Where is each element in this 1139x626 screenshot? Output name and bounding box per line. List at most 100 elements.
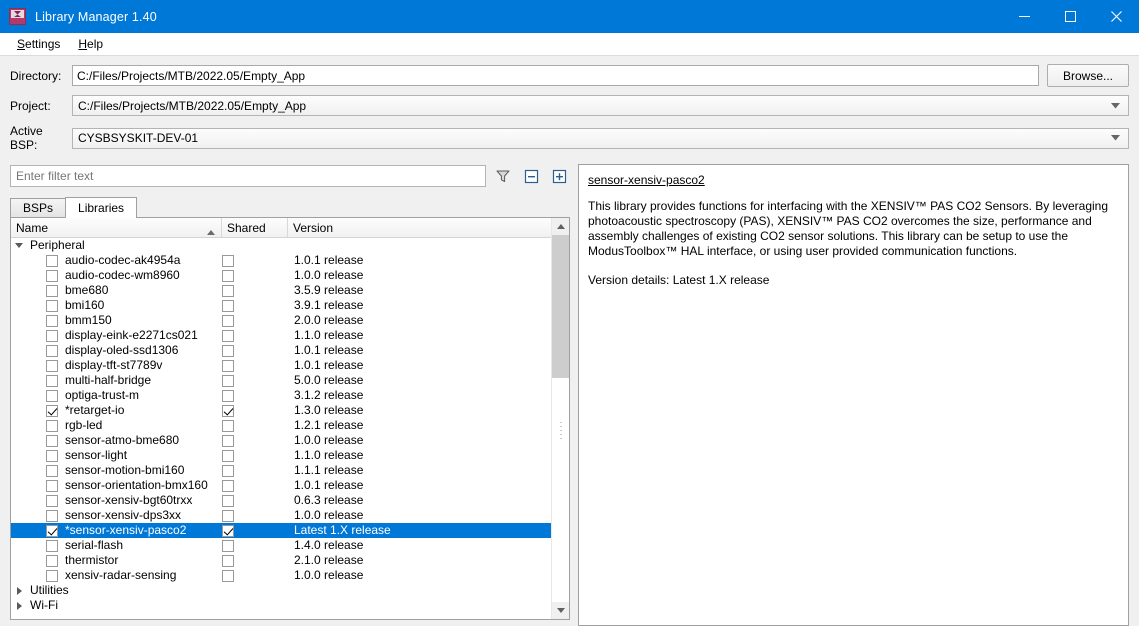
shared-checkbox[interactable] bbox=[222, 434, 234, 447]
scrollbar-thumb[interactable] bbox=[552, 235, 569, 378]
cell-version[interactable]: 1.0.0 release bbox=[288, 568, 569, 583]
table-row[interactable]: *sensor-xensiv-pasco2 Latest 1.X release bbox=[11, 523, 569, 538]
shared-checkbox[interactable] bbox=[222, 344, 234, 357]
table-row[interactable]: serial-flash 1.4.0 release bbox=[11, 538, 569, 553]
shared-checkbox[interactable] bbox=[222, 539, 234, 552]
menu-item-help[interactable]: Help bbox=[69, 35, 112, 53]
library-checkbox[interactable] bbox=[46, 314, 58, 327]
shared-checkbox[interactable] bbox=[222, 389, 234, 402]
tree-group-row[interactable]: Wi-Fi bbox=[11, 598, 569, 613]
library-checkbox[interactable] bbox=[46, 389, 58, 402]
cell-version[interactable]: 1.2.1 release bbox=[288, 418, 569, 433]
chevron-down-icon[interactable] bbox=[11, 243, 27, 248]
cell-version[interactable]: Latest 1.X release bbox=[288, 523, 569, 538]
library-checkbox[interactable] bbox=[46, 374, 58, 387]
search-input[interactable] bbox=[10, 165, 486, 187]
table-row[interactable]: sensor-atmo-bme680 1.0.0 release bbox=[11, 433, 569, 448]
expand-all-icon[interactable] bbox=[548, 165, 570, 187]
shared-checkbox[interactable] bbox=[222, 329, 234, 342]
collapse-all-icon[interactable] bbox=[520, 165, 542, 187]
table-row[interactable]: sensor-light 1.1.0 release bbox=[11, 448, 569, 463]
shared-checkbox[interactable] bbox=[222, 404, 234, 417]
shared-checkbox[interactable] bbox=[222, 464, 234, 477]
chevron-right-icon[interactable] bbox=[11, 586, 27, 595]
table-row[interactable]: optiga-trust-m 3.1.2 release bbox=[11, 388, 569, 403]
maximize-button[interactable] bbox=[1047, 0, 1093, 33]
tree-group-row[interactable]: Utilities bbox=[11, 583, 569, 598]
library-checkbox[interactable] bbox=[46, 284, 58, 297]
scrollbar-track[interactable] bbox=[552, 235, 569, 602]
cell-version[interactable]: 1.4.0 release bbox=[288, 538, 569, 553]
shared-checkbox[interactable] bbox=[222, 314, 234, 327]
library-checkbox[interactable] bbox=[46, 449, 58, 462]
shared-checkbox[interactable] bbox=[222, 269, 234, 282]
table-row[interactable]: bmi160 3.9.1 release bbox=[11, 298, 569, 313]
table-row[interactable]: audio-codec-ak4954a 1.0.1 release bbox=[11, 253, 569, 268]
library-checkbox[interactable] bbox=[46, 419, 58, 432]
table-row[interactable]: bme680 3.5.9 release bbox=[11, 283, 569, 298]
column-header-name[interactable]: Name bbox=[11, 218, 222, 237]
vertical-scrollbar[interactable] bbox=[551, 218, 569, 619]
table-row[interactable]: rgb-led 1.2.1 release bbox=[11, 418, 569, 433]
library-checkbox[interactable] bbox=[46, 434, 58, 447]
cell-version[interactable]: 1.0.1 release bbox=[288, 343, 569, 358]
cell-version[interactable]: 1.0.0 release bbox=[288, 433, 569, 448]
column-header-version[interactable]: Version bbox=[288, 218, 569, 237]
active-bsp-combobox[interactable]: CYSBSYSKIT-DEV-01 bbox=[72, 127, 1129, 149]
shared-checkbox[interactable] bbox=[222, 374, 234, 387]
cell-version[interactable]: 0.6.3 release bbox=[288, 493, 569, 508]
cell-version[interactable]: 2.1.0 release bbox=[288, 553, 569, 568]
table-row[interactable]: display-eink-e2271cs021 1.1.0 release bbox=[11, 328, 569, 343]
table-row[interactable]: thermistor 2.1.0 release bbox=[11, 553, 569, 568]
table-row[interactable]: sensor-motion-bmi160 1.1.1 release bbox=[11, 463, 569, 478]
library-checkbox[interactable] bbox=[46, 464, 58, 477]
project-combobox[interactable]: C:/Files/Projects/MTB/2022.05/Empty_App bbox=[72, 95, 1129, 116]
shared-checkbox[interactable] bbox=[222, 284, 234, 297]
cell-version[interactable]: 1.0.1 release bbox=[288, 253, 569, 268]
cell-version[interactable]: 1.0.0 release bbox=[288, 508, 569, 523]
table-row[interactable]: *retarget-io 1.3.0 release bbox=[11, 403, 569, 418]
table-row[interactable]: display-tft-st7789v 1.0.1 release bbox=[11, 358, 569, 373]
cell-version[interactable]: 1.1.1 release bbox=[288, 463, 569, 478]
cell-version[interactable]: 1.0.1 release bbox=[288, 478, 569, 493]
shared-checkbox[interactable] bbox=[222, 359, 234, 372]
library-checkbox[interactable] bbox=[46, 344, 58, 357]
cell-version[interactable]: 2.0.0 release bbox=[288, 313, 569, 328]
cell-version[interactable]: 1.1.0 release bbox=[288, 448, 569, 463]
table-row[interactable]: bmm150 2.0.0 release bbox=[11, 313, 569, 328]
minimize-button[interactable] bbox=[1001, 0, 1047, 33]
library-checkbox[interactable] bbox=[46, 509, 58, 522]
library-checkbox[interactable] bbox=[46, 299, 58, 312]
cell-version[interactable]: 5.0.0 release bbox=[288, 373, 569, 388]
scroll-up-button[interactable] bbox=[552, 218, 569, 235]
cell-version[interactable]: 3.1.2 release bbox=[288, 388, 569, 403]
library-checkbox[interactable] bbox=[46, 569, 58, 582]
library-checkbox[interactable] bbox=[46, 269, 58, 282]
scroll-down-button[interactable] bbox=[552, 602, 569, 619]
cell-version[interactable]: 1.0.0 release bbox=[288, 268, 569, 283]
library-checkbox[interactable] bbox=[46, 359, 58, 372]
library-checkbox[interactable] bbox=[46, 404, 58, 417]
tab-bsps[interactable]: BSPs bbox=[10, 198, 67, 217]
shared-checkbox[interactable] bbox=[222, 254, 234, 267]
column-header-shared[interactable]: Shared bbox=[222, 218, 288, 237]
library-checkbox[interactable] bbox=[46, 494, 58, 507]
library-checkbox[interactable] bbox=[46, 254, 58, 267]
library-checkbox[interactable] bbox=[46, 479, 58, 492]
table-row[interactable]: display-oled-ssd1306 1.0.1 release bbox=[11, 343, 569, 358]
table-row[interactable]: sensor-xensiv-bgt60trxx 0.6.3 release bbox=[11, 493, 569, 508]
table-row[interactable]: xensiv-radar-sensing 1.0.0 release bbox=[11, 568, 569, 583]
shared-checkbox[interactable] bbox=[222, 419, 234, 432]
menu-item-settings[interactable]: Settings bbox=[8, 35, 69, 53]
cell-version[interactable]: 1.0.1 release bbox=[288, 358, 569, 373]
chevron-right-icon[interactable] bbox=[11, 601, 27, 610]
library-checkbox[interactable] bbox=[46, 554, 58, 567]
shared-checkbox[interactable] bbox=[222, 479, 234, 492]
table-row[interactable]: sensor-orientation-bmx160 1.0.1 release bbox=[11, 478, 569, 493]
library-checkbox[interactable] bbox=[46, 329, 58, 342]
table-row[interactable]: audio-codec-wm8960 1.0.0 release bbox=[11, 268, 569, 283]
shared-checkbox[interactable] bbox=[222, 554, 234, 567]
cell-version[interactable]: 1.1.0 release bbox=[288, 328, 569, 343]
shared-checkbox[interactable] bbox=[222, 449, 234, 462]
tab-libraries[interactable]: Libraries bbox=[65, 197, 138, 218]
